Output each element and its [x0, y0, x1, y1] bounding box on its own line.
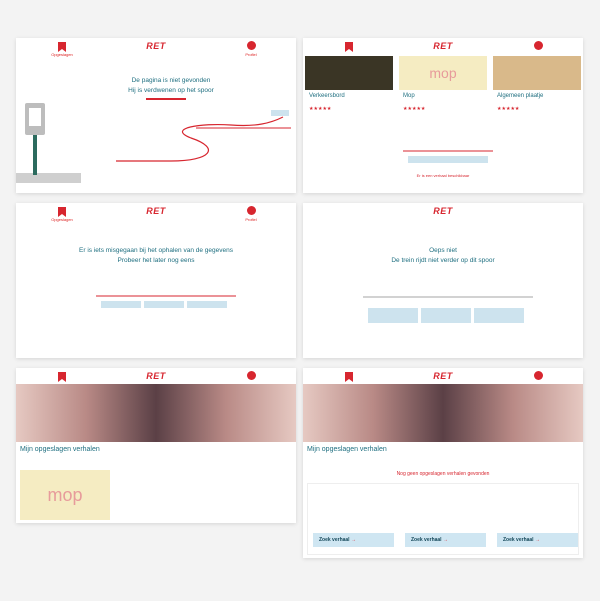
header: Opgeslagen RET Profiel [16, 38, 296, 60]
train-illustration [96, 295, 236, 308]
message: Oeps niet De trein rijdt niet verder op … [363, 246, 523, 266]
page-title: Mijn opgeslagen verhalen [20, 446, 100, 453]
card-photo-3[interactable] [493, 56, 581, 90]
wavy-track [116, 110, 291, 162]
footer-text: Er is een verhaal beschikbaar [416, 173, 470, 178]
profile-icon[interactable] [247, 41, 256, 50]
hero-photo [303, 384, 583, 442]
arrow-right-icon: → [350, 537, 356, 543]
screen-not-found: Opgeslagen RET Profiel De pagina is niet… [16, 38, 296, 193]
ret-logo: RET [433, 371, 453, 381]
header: Opgeslagen RET Profiel [16, 203, 296, 225]
screen-saved-empty: RET Mijn opgeslagen verhalen Nog geen op… [303, 368, 583, 558]
profile-icon[interactable] [247, 371, 256, 380]
ret-logo: RET [146, 206, 166, 216]
tram-stop-sign [16, 103, 81, 183]
card-stars-3: ★★★★★ [497, 106, 520, 112]
screen-error: Opgeslagen RET Profiel Er is iets misgeg… [16, 203, 296, 358]
header: RET [303, 203, 583, 225]
card-photo-1[interactable] [305, 56, 393, 90]
message-line2: De trein rijdt niet verder op dit spoor [391, 257, 495, 264]
message: De pagina is niet gevonden Hij is verdwe… [96, 76, 246, 96]
bookmark-icon[interactable] [345, 372, 353, 382]
card-stars-1: ★★★★★ [309, 106, 332, 112]
profile-icon[interactable] [247, 206, 256, 215]
search-story-button-3[interactable]: Zoek verhaal → [497, 533, 578, 547]
search-story-button-1[interactable]: Zoek verhaal → [313, 533, 394, 547]
screen-saved-stories: RET Mijn opgeslagen verhalen mop [16, 368, 296, 523]
card-photo-2[interactable]: mop [399, 56, 487, 90]
arrow-right-icon: → [442, 537, 448, 543]
message-line2: Probeer het later nog eens [117, 257, 195, 264]
message: Er is iets misgegaan bij het ophalen van… [46, 246, 266, 266]
card-stars-2: ★★★★★ [403, 106, 426, 112]
search-story-button-2[interactable]: Zoek verhaal → [405, 533, 486, 547]
bookmark-icon[interactable] [345, 42, 353, 52]
message-line1: Oeps niet [429, 247, 457, 254]
empty-subtitle: Nog geen opgeslagen verhalen gevonden [396, 471, 490, 477]
bookmark-icon[interactable] [58, 372, 66, 382]
arrow-right-icon: → [534, 537, 540, 543]
underline [146, 98, 186, 100]
tile-text: mop [47, 485, 83, 505]
message-line2: Hij is verdwenen op het spoor [128, 87, 214, 94]
saved-label[interactable]: Opgeslagen [46, 52, 78, 57]
profile-label[interactable]: Profiel [238, 217, 264, 222]
screen-results: RET mop Verkeersbord Mop Algemeen plaatj… [303, 38, 583, 193]
ret-logo: RET [146, 371, 166, 381]
card-title-1: Verkeersbord [309, 93, 345, 99]
message-line1: De pagina is niet gevonden [131, 77, 211, 84]
train-illustration [363, 296, 533, 323]
ret-logo: RET [433, 206, 453, 216]
profile-label[interactable]: Profiel [238, 52, 264, 57]
ret-logo: RET [146, 41, 166, 51]
train-illustration [403, 150, 493, 163]
hero-photo [16, 384, 296, 442]
card-title-3: Algemeen plaatje [497, 93, 544, 99]
bookmark-icon[interactable] [58, 207, 66, 217]
screen-no-service: RET Oeps niet De trein rijdt niet verder… [303, 203, 583, 358]
card-title-2: Mop [403, 93, 415, 99]
ret-logo: RET [433, 41, 453, 51]
message-line1: Er is iets misgegaan bij het ophalen van… [79, 247, 233, 254]
bookmark-icon[interactable] [58, 42, 66, 52]
page-title: Mijn opgeslagen verhalen [307, 446, 387, 453]
profile-icon[interactable] [534, 41, 543, 50]
saved-tile[interactable]: mop [20, 470, 110, 520]
profile-icon[interactable] [534, 371, 543, 380]
saved-label[interactable]: Opgeslagen [46, 217, 78, 222]
